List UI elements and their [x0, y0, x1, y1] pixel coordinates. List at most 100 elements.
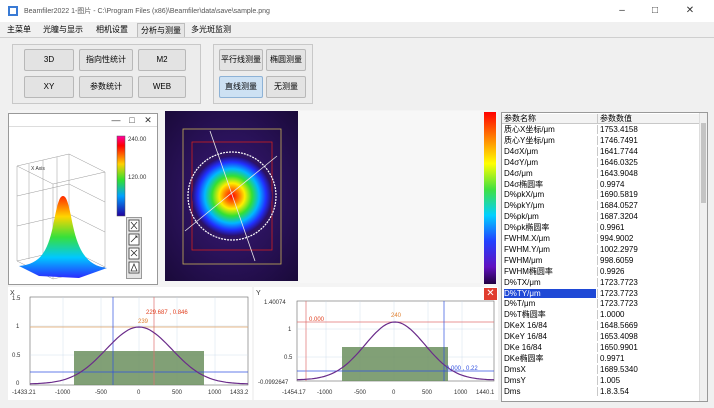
tab-display[interactable]: 光瞳与显示 [40, 23, 86, 36]
table-scrollbar[interactable] [699, 113, 707, 401]
x-plot-annotation: 229.687 , 0.846 [146, 310, 188, 316]
3d-close-button[interactable]: ✕ [141, 114, 155, 126]
tab-multispot[interactable]: 多光斑监测 [188, 23, 234, 36]
color-scale-bar [484, 112, 496, 284]
x-profile-plot[interactable]: X 229.687 , 0.846 239 1.5 1 0.5 0 -1433.… [8, 287, 252, 400]
param-name: DmsX [504, 364, 526, 374]
table-row[interactable]: D4σ椭圆率 0.9974 [502, 179, 707, 189]
tab-main-menu[interactable]: 主菜单 [4, 23, 34, 36]
param-value: 1.005 [597, 375, 702, 385]
table-row[interactable]: DKeY 16/84 1653.4098 [502, 332, 707, 342]
3d-view-window[interactable]: — □ ✕ X Axis 240.00 120.00 [8, 113, 158, 285]
3d-beam-plot[interactable]: X Axis [9, 126, 114, 284]
beam-profile-image[interactable] [165, 111, 298, 281]
tab-analysis[interactable]: 分析与测量 [137, 23, 185, 37]
table-row[interactable]: D%T椭圆率 1.0000 [502, 310, 707, 320]
y-xtick-4: 0 [392, 390, 396, 396]
web-button[interactable]: WEB [138, 76, 186, 98]
ellipse-measure-button[interactable]: 椭圆测量 [266, 49, 306, 71]
y-xtick-1: -1454.17 [282, 390, 306, 396]
xy-button[interactable]: XY [24, 76, 74, 98]
pointing-stats-button[interactable]: 指向性统计 [79, 49, 133, 71]
param-name: D%pk/μm [504, 212, 539, 222]
param-name: D%pkY/μm [504, 201, 545, 211]
param-name: D%pk椭圆率 [504, 223, 550, 233]
m2-button[interactable]: M2 [138, 49, 186, 71]
param-value: 994.9002 [597, 234, 702, 243]
table-row[interactable]: FWHM.X/μm 994.9002 [502, 234, 707, 243]
table-row[interactable]: D%TY/μm 1723.7723 [502, 288, 707, 298]
scrollbar-thumb[interactable] [701, 123, 706, 203]
param-stats-button[interactable]: 参数统计 [79, 76, 133, 98]
close-button[interactable]: ✕ [675, 3, 705, 19]
table-row[interactable]: Dms 1.8.3.54 [502, 386, 707, 396]
table-row[interactable]: D%pk/μm 1687.3204 [502, 212, 707, 222]
table-row[interactable]: DmsX 1689.5340 [502, 364, 707, 374]
param-value: 1646.0325 [597, 157, 702, 167]
table-row[interactable]: DKeX 16/84 1648.5669 [502, 321, 707, 331]
param-value: 1753.4158 [597, 125, 702, 134]
y-ymin: -0.0992647 [258, 380, 289, 386]
no-measure-button[interactable]: 无测量 [266, 76, 306, 98]
param-value: 1650.9901 [597, 343, 702, 352]
param-name: DKeY 16/84 [504, 332, 547, 342]
3d-button[interactable]: 3D [24, 49, 74, 71]
table-header: 参数名称 参数数值 [502, 114, 707, 124]
title-bar: Beamfiler2022 1-图片 - C:\Program Files (x… [0, 0, 714, 22]
x-plot-peak-label: 239 [138, 319, 149, 325]
param-name: DKe 16/84 [504, 343, 542, 352]
param-value: 1684.0527 [597, 201, 702, 211]
app-icon [8, 6, 18, 16]
table-row[interactable]: 质心X坐标/μm 1753.4158 [502, 125, 707, 134]
x-ytick-1: 1.5 [12, 296, 21, 302]
close-plot-icon[interactable]: ✕ [484, 288, 497, 300]
3d-colorbar: 240.00 120.00 [116, 135, 147, 217]
table-row[interactable]: D%pkX/μm 1690.5819 [502, 190, 707, 200]
y-plot-fill-band [342, 347, 448, 381]
param-name: D%TX/μm [504, 277, 541, 287]
y-profile-plot[interactable]: Y 0.000 240 0.000 , 0.22 1.40074 1 0.5 -… [254, 287, 498, 400]
table-row[interactable]: FWHM椭圆率 0.9926 [502, 266, 707, 276]
parameter-table[interactable]: 参数名称 参数数值 质心X坐标/μm 1753.4158 质心Y坐标/μm 1746.… [501, 112, 708, 402]
header-param-name: 参数名称 [504, 114, 536, 123]
table-row[interactable]: D%pkY/μm 1684.0527 [502, 201, 707, 211]
minimize-button[interactable]: – [607, 3, 637, 19]
table-row[interactable]: D4σX/μm 1641.7744 [502, 146, 707, 156]
parallel-measure-button[interactable]: 平行线测量 [219, 49, 263, 71]
line-measure-button[interactable]: 直线测量 [219, 76, 263, 98]
table-row[interactable]: D4σ/μm 1643.9048 [502, 168, 707, 178]
3d-maximize-button[interactable]: □ [125, 114, 139, 126]
param-name: FWHM/μm [504, 255, 543, 265]
param-name: 质心X坐标/μm [504, 125, 555, 134]
table-row[interactable]: D%T/μm 1723.7723 [502, 299, 707, 309]
3d-toolbar [126, 217, 142, 279]
x-ytick-4: 0 [16, 381, 20, 387]
param-name: D%T椭圆率 [504, 310, 546, 320]
table-row[interactable]: D%TX/μm 1723.7723 [502, 277, 707, 287]
table-row[interactable]: D%pk椭圆率 0.9961 [502, 223, 707, 233]
table-row[interactable]: DmsY 1.005 [502, 375, 707, 385]
param-value: 1648.5669 [597, 321, 702, 331]
3d-minimize-button[interactable]: — [109, 114, 123, 126]
y-plot-peak-label: 240 [391, 313, 402, 319]
param-name: DKe椭圆率 [504, 353, 544, 363]
table-row[interactable]: FWHM.Y/μm 1002.2979 [502, 244, 707, 254]
tab-camera[interactable]: 相机设置 [92, 23, 132, 36]
table-row[interactable]: FWHM/μm 998.6059 [502, 255, 707, 265]
param-value: 1689.5340 [597, 364, 702, 374]
table-row[interactable]: DKe椭圆率 0.9971 [502, 353, 707, 363]
param-value: 1.0000 [597, 310, 702, 320]
table-row[interactable]: D4σY/μm 1646.0325 [502, 157, 707, 167]
param-value: 0.9974 [597, 179, 702, 189]
param-value: 1002.2979 [597, 244, 702, 254]
table-row[interactable]: DKe 16/84 1650.9901 [502, 343, 707, 352]
x-xtick-7: 1433.2 [230, 390, 249, 396]
y-xtick-3: -500 [354, 390, 367, 396]
param-value: 0.9926 [597, 266, 702, 276]
menu-tabs: 主菜单 光瞳与显示 相机设置 分析与测量 多光斑监测 [0, 22, 714, 38]
param-name: D4σY/μm [504, 157, 538, 167]
param-value: 1687.3204 [597, 212, 702, 222]
table-row[interactable]: 质心Y坐标/μm 1746.7491 [502, 135, 707, 145]
maximize-button[interactable]: □ [640, 3, 670, 19]
x-xtick-3: -500 [95, 390, 108, 396]
